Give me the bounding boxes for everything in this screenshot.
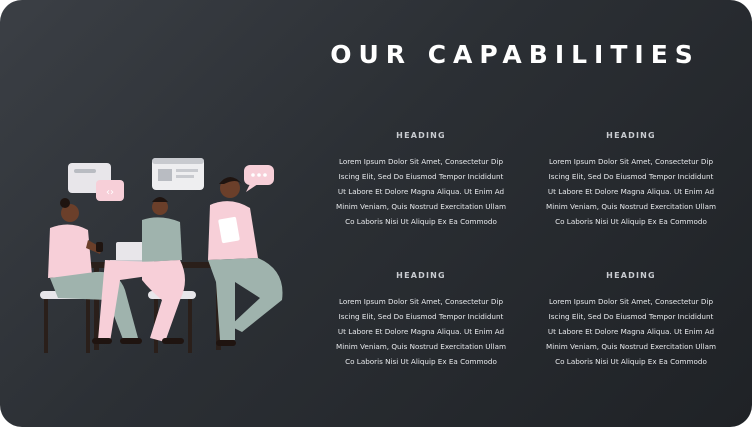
code-card-icon: ‹› [68,163,124,201]
capability-card: HEADING Lorem Ipsum Dolor Sit Amet, Cons… [326,271,516,369]
card-body: Lorem Ipsum Dolor Sit Amet, Consectetur … [546,297,716,366]
chat-bubble-icon [244,165,274,192]
card-heading: HEADING [396,131,446,140]
card-body: Lorem Ipsum Dolor Sit Amet, Consectetur … [336,297,506,366]
slide-title: OUR CAPABILITIES [330,40,700,69]
stool-left [40,291,95,353]
card-heading: HEADING [606,131,656,140]
card-heading: HEADING [606,271,656,280]
capability-card: HEADING Lorem Ipsum Dolor Sit Amet, Cons… [536,271,726,369]
team-meeting-illustration: ‹› [40,158,283,353]
browser-window-icon [152,158,204,190]
card-body: Lorem Ipsum Dolor Sit Amet, Consectetur … [336,157,506,226]
card-body: Lorem Ipsum Dolor Sit Amet, Consectetur … [546,157,716,226]
slide: OUR CAPABILITIES HEADING Lorem Ipsum Dol… [0,0,752,427]
card-heading: HEADING [396,271,446,280]
person-right [208,177,283,346]
capability-card: HEADING Lorem Ipsum Dolor Sit Amet, Cons… [536,131,726,229]
person-middle [92,197,185,344]
capability-card: HEADING Lorem Ipsum Dolor Sit Amet, Cons… [326,131,516,229]
svg-text:‹›: ‹› [106,187,114,198]
